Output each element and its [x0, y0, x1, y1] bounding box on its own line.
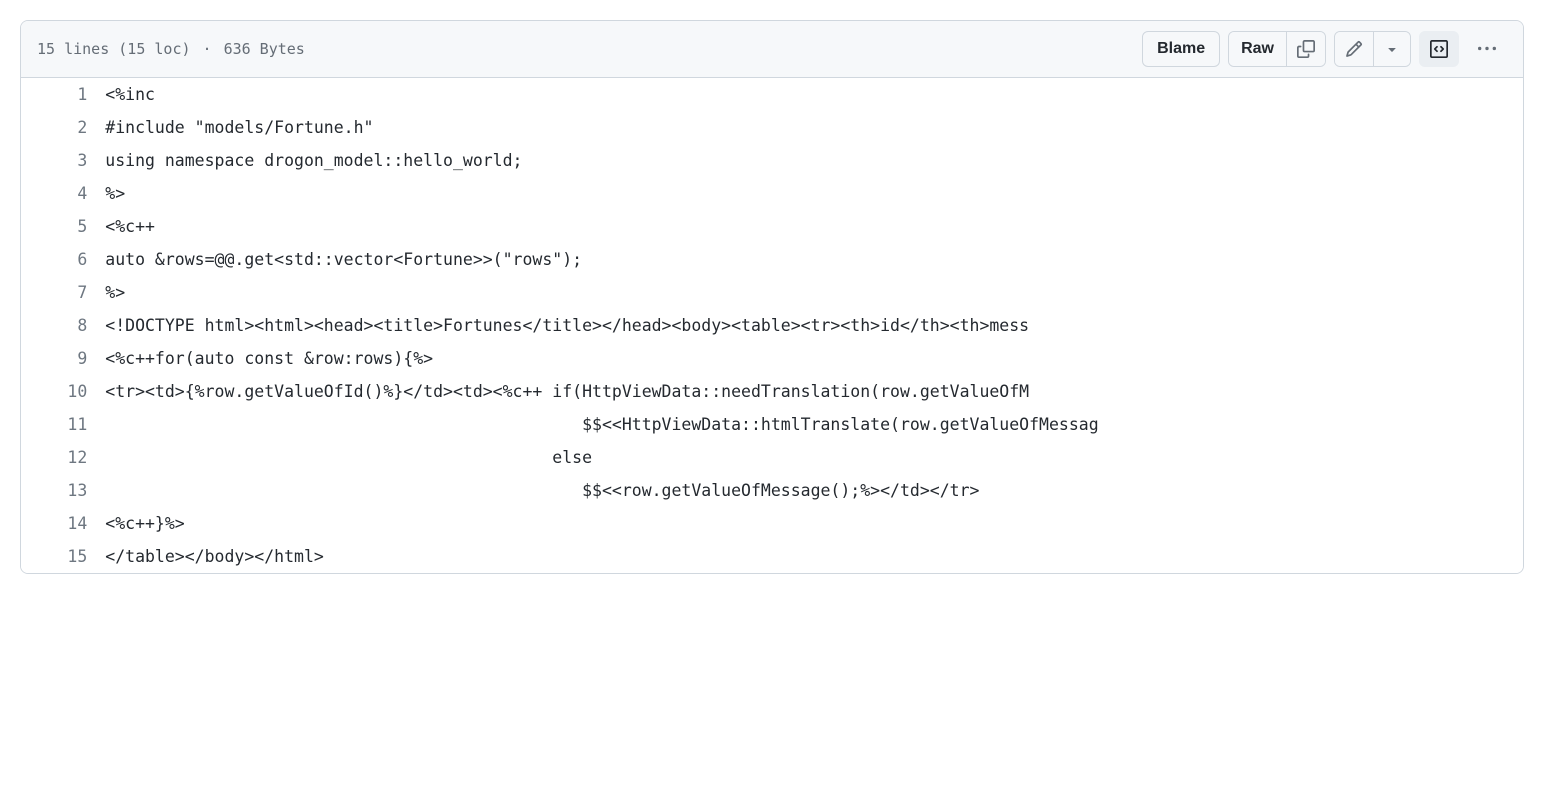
line-number[interactable]: 7 — [21, 276, 105, 309]
code-line: 1<%inc — [21, 78, 1523, 111]
code-line: 2#include "models/Fortune.h" — [21, 111, 1523, 144]
line-number[interactable]: 8 — [21, 309, 105, 342]
lines-count: 15 lines (15 loc) — [37, 40, 191, 58]
line-number[interactable]: 10 — [21, 375, 105, 408]
line-content[interactable]: $$<<HttpViewData::htmlTranslate(row.getV… — [105, 408, 1523, 441]
line-content[interactable]: <%inc — [105, 78, 1523, 111]
line-content[interactable]: using namespace drogon_model::hello_worl… — [105, 144, 1523, 177]
more-options-button[interactable] — [1467, 31, 1507, 67]
code-line: 10<tr><td>{%row.getValueOfId()%}</td><td… — [21, 375, 1523, 408]
file-actions: Blame Raw — [1142, 31, 1507, 67]
line-number[interactable]: 4 — [21, 177, 105, 210]
line-number[interactable]: 2 — [21, 111, 105, 144]
code-line: 7%> — [21, 276, 1523, 309]
pencil-icon — [1345, 40, 1363, 58]
code-line: 3using namespace drogon_model::hello_wor… — [21, 144, 1523, 177]
line-content[interactable]: <%c++}%> — [105, 507, 1523, 540]
line-content[interactable]: <!DOCTYPE html><html><head><title>Fortun… — [105, 309, 1523, 342]
code-line: 5<%c++ — [21, 210, 1523, 243]
blame-button[interactable]: Blame — [1142, 31, 1220, 67]
raw-group: Raw — [1228, 31, 1326, 67]
code-line: 13 $$<<row.getValueOfMessage();%></td></… — [21, 474, 1523, 507]
line-number[interactable]: 13 — [21, 474, 105, 507]
code-area[interactable]: 1<%inc2#include "models/Fortune.h"3using… — [21, 78, 1523, 573]
file-size: 636 Bytes — [224, 40, 305, 58]
code-line: 11 $$<<HttpViewData::htmlTranslate(row.g… — [21, 408, 1523, 441]
line-number[interactable]: 14 — [21, 507, 105, 540]
raw-button[interactable]: Raw — [1229, 32, 1286, 66]
file-header: 15 lines (15 loc) · 636 Bytes Blame Raw — [21, 21, 1523, 78]
triangle-down-icon — [1384, 41, 1400, 57]
line-number[interactable]: 6 — [21, 243, 105, 276]
code-line: 14<%c++}%> — [21, 507, 1523, 540]
line-content[interactable]: $$<<row.getValueOfMessage();%></td></tr> — [105, 474, 1523, 507]
code-line: 15</table></body></html> — [21, 540, 1523, 573]
line-content[interactable]: %> — [105, 276, 1523, 309]
line-content[interactable]: <tr><td>{%row.getValueOfId()%}</td><td><… — [105, 375, 1523, 408]
kebab-horizontal-icon — [1478, 40, 1496, 58]
code-table: 1<%inc2#include "models/Fortune.h"3using… — [21, 78, 1523, 573]
line-content[interactable]: </table></body></html> — [105, 540, 1523, 573]
copy-button[interactable] — [1286, 32, 1325, 66]
line-content[interactable]: auto &rows=@@.get<std::vector<Fortune>>(… — [105, 243, 1523, 276]
line-number[interactable]: 12 — [21, 441, 105, 474]
line-number[interactable]: 15 — [21, 540, 105, 573]
line-number[interactable]: 3 — [21, 144, 105, 177]
code-line: 6auto &rows=@@.get<std::vector<Fortune>>… — [21, 243, 1523, 276]
line-number[interactable]: 11 — [21, 408, 105, 441]
edit-group — [1334, 31, 1411, 67]
separator: · — [203, 40, 212, 58]
line-content[interactable]: else — [105, 441, 1523, 474]
file-box: 15 lines (15 loc) · 636 Bytes Blame Raw — [20, 20, 1524, 574]
line-number[interactable]: 5 — [21, 210, 105, 243]
line-number[interactable]: 1 — [21, 78, 105, 111]
code-square-icon — [1430, 40, 1448, 58]
code-line: 8<!DOCTYPE html><html><head><title>Fortu… — [21, 309, 1523, 342]
line-content[interactable]: %> — [105, 177, 1523, 210]
line-content[interactable]: #include "models/Fortune.h" — [105, 111, 1523, 144]
copy-icon — [1297, 40, 1315, 58]
line-number[interactable]: 9 — [21, 342, 105, 375]
code-line: 4%> — [21, 177, 1523, 210]
code-line: 9<%c++for(auto const &row:rows){%> — [21, 342, 1523, 375]
symbols-button[interactable] — [1419, 31, 1459, 67]
code-line: 12 else — [21, 441, 1523, 474]
line-content[interactable]: <%c++ — [105, 210, 1523, 243]
line-content[interactable]: <%c++for(auto const &row:rows){%> — [105, 342, 1523, 375]
edit-dropdown-button[interactable] — [1373, 32, 1410, 66]
file-info: 15 lines (15 loc) · 636 Bytes — [37, 40, 305, 58]
edit-button[interactable] — [1335, 32, 1373, 66]
